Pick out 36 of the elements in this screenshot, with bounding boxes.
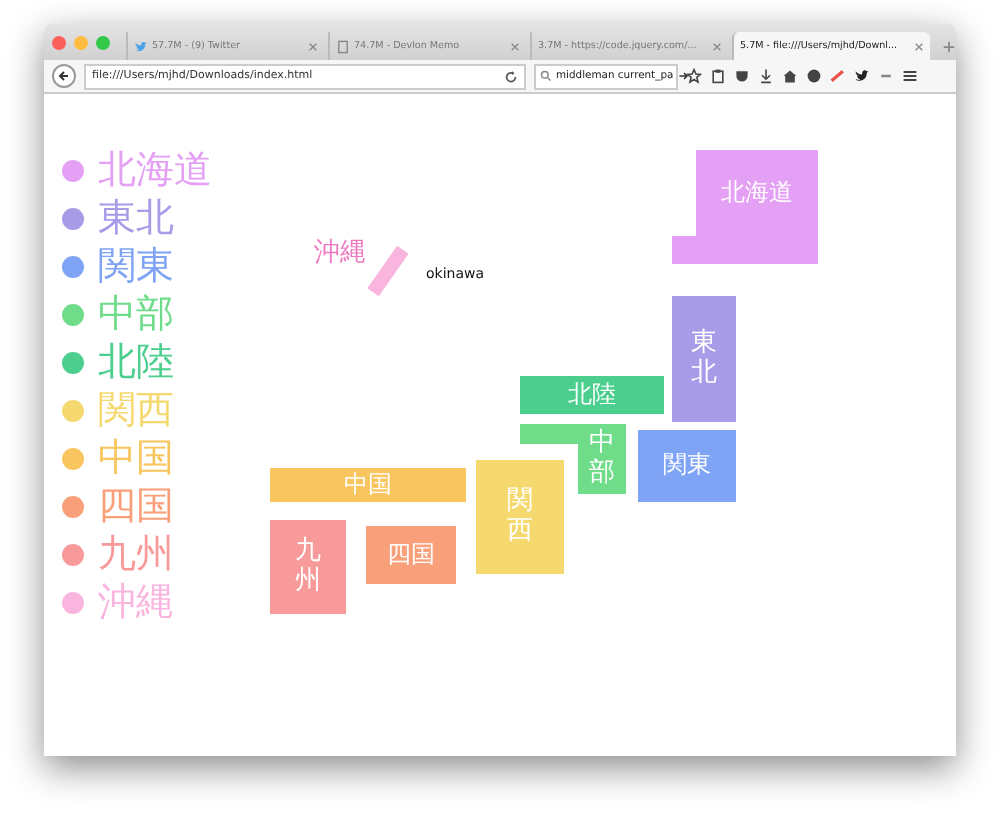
star-icon[interactable] bbox=[686, 68, 702, 84]
arrow-icon[interactable] bbox=[677, 70, 690, 82]
bird-icon[interactable] bbox=[854, 68, 870, 84]
legend-label: 北海道 bbox=[98, 148, 212, 192]
legend-label: 中国 bbox=[98, 436, 174, 480]
close-icon[interactable] bbox=[712, 41, 722, 51]
menu-icon[interactable] bbox=[902, 68, 918, 84]
search-icon bbox=[540, 70, 552, 82]
bird-icon bbox=[134, 39, 148, 53]
legend-label: 関東 bbox=[98, 244, 174, 288]
download-icon[interactable] bbox=[758, 68, 774, 84]
legend-label: 九州 bbox=[98, 532, 174, 576]
region-block: 東北 bbox=[672, 296, 736, 422]
close-icon[interactable] bbox=[510, 41, 520, 51]
legend-label: 沖縄 bbox=[98, 580, 174, 624]
legend-label: 関西 bbox=[98, 388, 174, 432]
okinawa-label: 沖縄 bbox=[314, 236, 366, 270]
close-icon[interactable] bbox=[914, 41, 924, 51]
back-icon[interactable] bbox=[52, 64, 76, 88]
page-icon bbox=[336, 39, 350, 53]
home-icon[interactable] bbox=[782, 68, 798, 84]
region-block: 四国 bbox=[366, 526, 456, 584]
new-tab-icon[interactable] bbox=[942, 40, 956, 54]
clipboard-icon[interactable] bbox=[710, 68, 726, 84]
region-block: 北海道 bbox=[672, 150, 818, 264]
region-block: 九州 bbox=[270, 520, 346, 614]
legend-label: 北陸 bbox=[98, 340, 174, 384]
reload-icon[interactable] bbox=[504, 69, 518, 83]
region-block: 北陸 bbox=[520, 376, 664, 414]
legend-label: 東北 bbox=[98, 196, 174, 240]
region-block: 中国 bbox=[270, 468, 466, 502]
legend-label: 中部 bbox=[98, 292, 174, 336]
legend-label: 四国 bbox=[98, 484, 174, 528]
region-block: 関東 bbox=[638, 430, 736, 502]
region-block: 関西 bbox=[476, 460, 564, 574]
close-icon[interactable] bbox=[308, 41, 318, 51]
